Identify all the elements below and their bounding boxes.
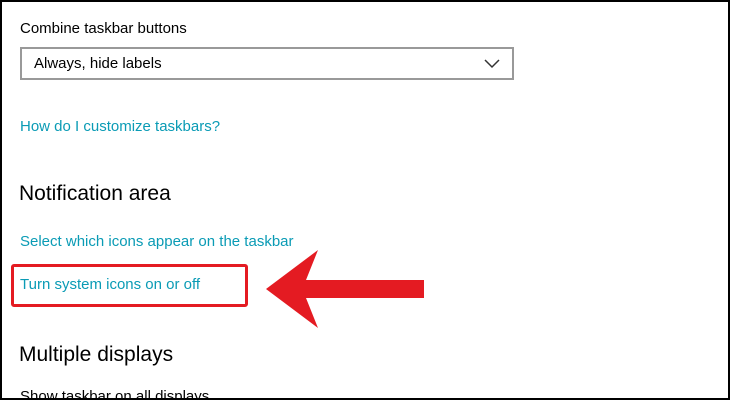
combine-taskbar-dropdown[interactable]: Always, hide labels	[20, 47, 514, 80]
notification-area-heading: Notification area	[19, 182, 171, 205]
turn-system-icons-link[interactable]: Turn system icons on or off	[20, 276, 200, 293]
settings-panel: Combine taskbar buttons Always, hide lab…	[0, 0, 730, 400]
chevron-down-icon	[484, 58, 500, 68]
combine-taskbar-value: Always, hide labels	[34, 55, 162, 72]
red-arrow-icon	[266, 250, 424, 328]
combine-taskbar-label: Combine taskbar buttons	[20, 20, 187, 37]
select-taskbar-icons-link[interactable]: Select which icons appear on the taskbar	[20, 233, 294, 250]
show-taskbar-all-displays-label: Show taskbar on all displays	[20, 388, 210, 400]
customize-taskbars-help-link[interactable]: How do I customize taskbars?	[20, 118, 220, 135]
multiple-displays-heading: Multiple displays	[19, 343, 174, 366]
